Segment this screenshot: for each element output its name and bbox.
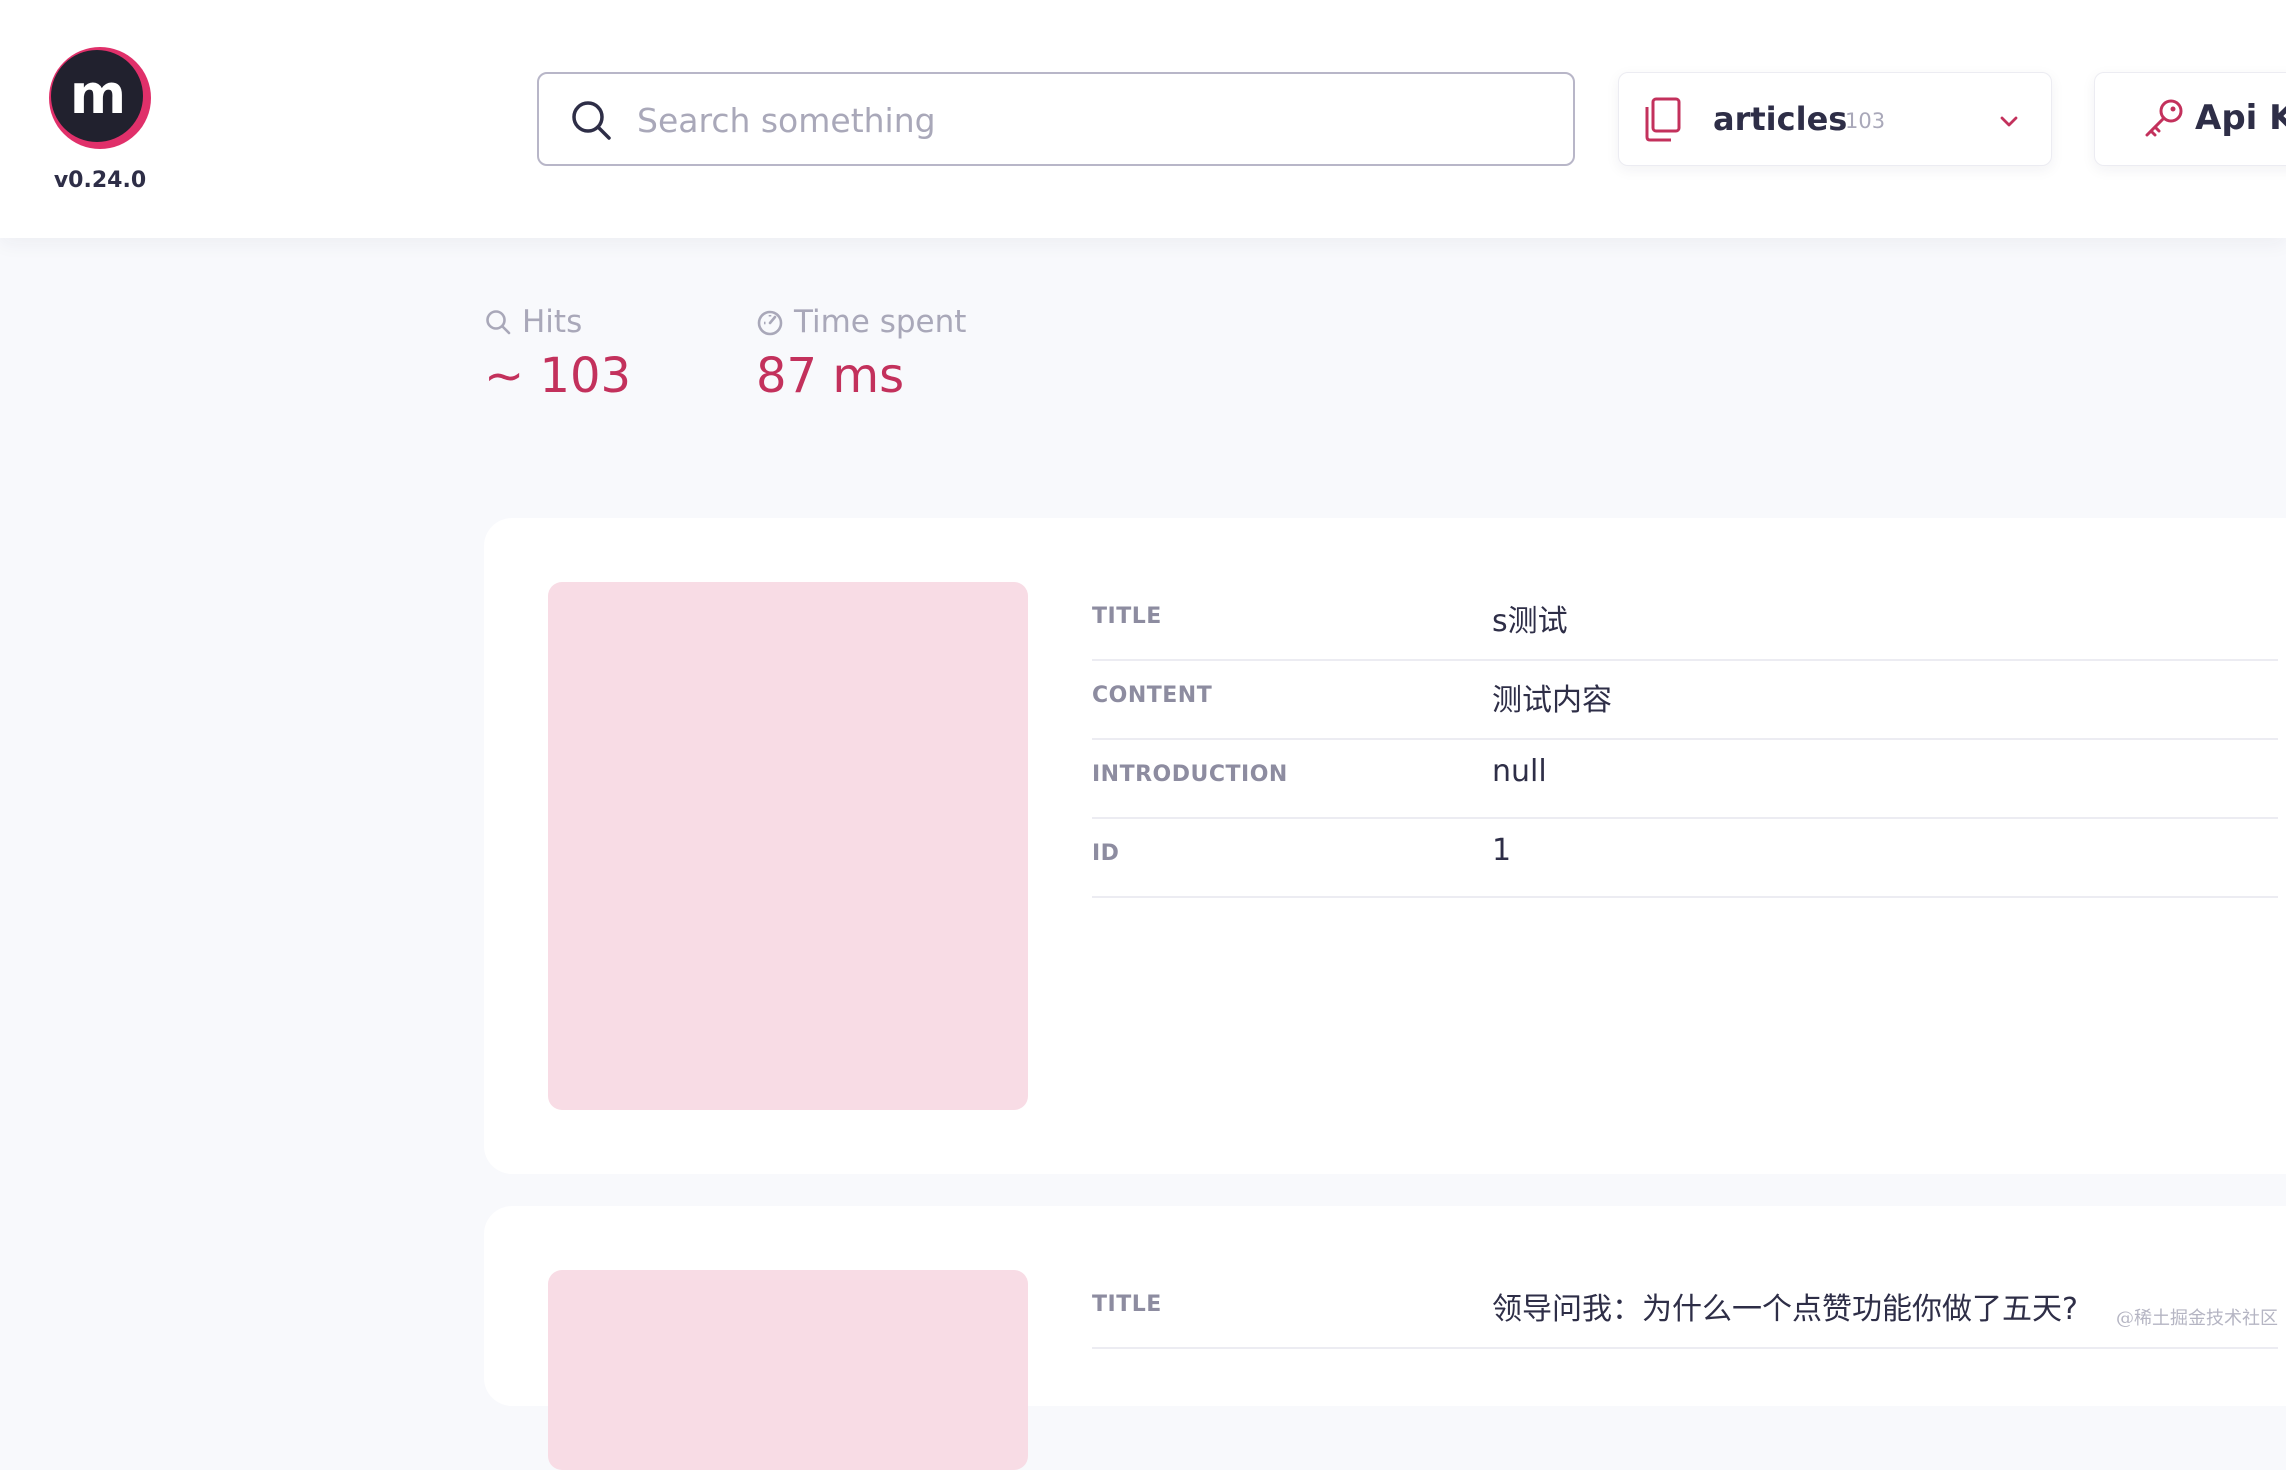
- result-card: TITLE 领导问我：为什么一个点赞功能你做了五天?: [484, 1206, 2286, 1470]
- result-fields: TITLE s测试 CONTENT 测试内容 INTRODUCTION null…: [1092, 582, 2278, 898]
- time-spent-stat: Time spent 87 ms: [756, 304, 966, 404]
- result-card: TITLE s测试 CONTENT 测试内容 INTRODUCTION null…: [484, 518, 2286, 1174]
- top-bar: m v0.24.0 articles 103 Api Ke: [0, 0, 2286, 238]
- api-key-button[interactable]: Api Ke: [2094, 72, 2286, 166]
- field-row: CONTENT 测试内容: [1092, 661, 2278, 740]
- search-box[interactable]: [537, 72, 1575, 166]
- index-name: articles: [1713, 100, 1848, 138]
- field-value: s测试: [1492, 604, 1568, 639]
- time-spent-label: Time spent: [794, 304, 967, 340]
- field-value: 领导问我：为什么一个点赞功能你做了五天?: [1492, 1292, 2078, 1327]
- result-fields: TITLE 领导问我：为什么一个点赞功能你做了五天?: [1092, 1270, 2278, 1349]
- hits-stat: Hits ~ 103: [484, 304, 631, 404]
- field-row: TITLE 领导问我：为什么一个点赞功能你做了五天?: [1092, 1270, 2278, 1349]
- field-key: CONTENT: [1092, 683, 1213, 708]
- hits-label: Hits: [522, 304, 583, 340]
- search-icon: [572, 101, 611, 140]
- key-icon: [2145, 99, 2183, 137]
- svg-text:m: m: [70, 63, 126, 126]
- field-value: null: [1492, 754, 1547, 789]
- time-spent-value: 87 ms: [756, 348, 905, 404]
- watermark: @稀土掘金技术社区: [2116, 1308, 2278, 1329]
- chevron-down-icon: [2000, 116, 2018, 127]
- search-icon: [486, 310, 511, 335]
- field-row: ID 1: [1092, 819, 2278, 898]
- hits-value: ~ 103: [484, 348, 632, 404]
- field-row: INTRODUCTION null: [1092, 740, 2278, 819]
- version-label: v0.24.0: [53, 168, 147, 193]
- search-input[interactable]: [635, 90, 1539, 150]
- meilisearch-logo[interactable]: m: [48, 46, 152, 150]
- index-selector[interactable]: articles 103: [1618, 72, 2052, 166]
- field-value: 测试内容: [1492, 683, 1612, 718]
- api-key-label: Api Ke: [2195, 98, 2286, 138]
- field-key: INTRODUCTION: [1092, 762, 1288, 787]
- field-key: TITLE: [1092, 1292, 1162, 1317]
- field-value: 1: [1492, 833, 1512, 868]
- result-thumbnail: [548, 582, 1028, 1110]
- documents-icon: [1645, 97, 1681, 142]
- field-key: TITLE: [1092, 604, 1162, 629]
- field-key: ID: [1092, 841, 1120, 866]
- result-thumbnail: [548, 1270, 1028, 1470]
- speedometer-icon: [757, 310, 783, 336]
- index-document-count: 103: [1845, 109, 1886, 133]
- field-row: TITLE s测试: [1092, 582, 2278, 661]
